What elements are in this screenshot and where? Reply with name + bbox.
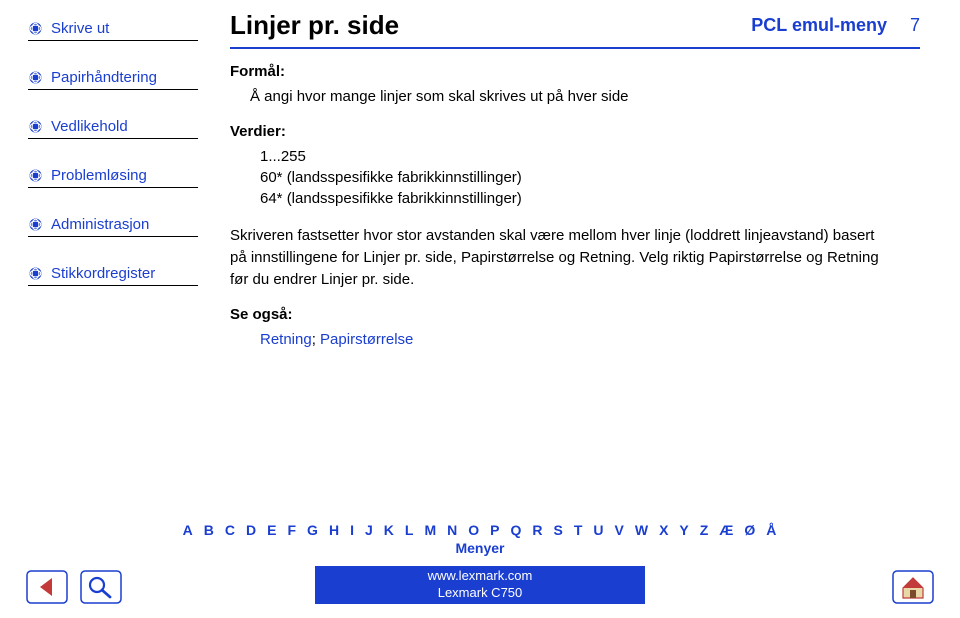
nav-label: Problemløsing (51, 167, 147, 184)
footer-icons-right (892, 570, 934, 604)
index-letter[interactable]: O (468, 522, 480, 538)
nav-label: Administrasjon (51, 216, 149, 233)
index-letter[interactable]: D (246, 522, 257, 538)
bullet-icon (28, 21, 43, 36)
bullet-icon (28, 70, 43, 85)
index-letter[interactable]: K (384, 522, 395, 538)
header: Linjer pr. side PCL emul-meny 7 (230, 10, 920, 49)
page-title: Linjer pr. side (230, 10, 399, 41)
index-letter[interactable]: I (350, 522, 355, 538)
alphabet-index: ABCDEFGHIJKLMNOPQRSTUVWXYZÆØÅ (0, 522, 960, 538)
index-letter[interactable]: Q (510, 522, 522, 538)
index-letter[interactable]: J (365, 522, 374, 538)
index-letter[interactable]: Ø (744, 522, 756, 538)
index-letter[interactable]: E (267, 522, 277, 538)
page-number: 7 (910, 15, 920, 35)
section-name: PCL emul-meny (751, 15, 887, 35)
link-retning[interactable]: Retning (260, 331, 312, 348)
index-letter[interactable]: H (329, 522, 340, 538)
index-letter[interactable]: F (287, 522, 297, 538)
index-letter[interactable]: S (553, 522, 563, 538)
link-papirstorrelse[interactable]: Papirstørrelse (320, 331, 413, 348)
nav-label: Stikkordregister (51, 265, 155, 282)
purpose-label: Formål: (230, 63, 930, 80)
separator: ; (312, 331, 320, 348)
back-arrow-icon[interactable] (26, 570, 68, 604)
section-heading: PCL emul-meny 7 (751, 15, 920, 36)
nav-label: Vedlikehold (51, 118, 128, 135)
nav-vedlikehold[interactable]: Vedlikehold (28, 118, 198, 135)
index-letter[interactable]: Æ (719, 522, 734, 538)
see-also-label: Se også: (230, 306, 930, 323)
footer-url[interactable]: www.lexmark.com (315, 568, 645, 585)
bullet-icon (28, 119, 43, 134)
index-letter[interactable]: Y (679, 522, 689, 538)
index-letter[interactable]: A (183, 522, 194, 538)
index-letter[interactable]: X (659, 522, 669, 538)
index-letter[interactable]: B (204, 522, 215, 538)
description: Skriveren fastsetter hvor stor avstanden… (230, 225, 890, 290)
footer-band: www.lexmark.com Lexmark C750 (315, 566, 645, 604)
values-block: 1...255 60* (landsspesifikke fabrikkinns… (260, 148, 930, 207)
values-label: Verdier: (230, 123, 930, 140)
purpose-text: Å angi hvor mange linjer som skal skrive… (250, 88, 930, 105)
nav-label: Skrive ut (51, 20, 109, 37)
nav-stikkordregister[interactable]: Stikkordregister (28, 265, 198, 282)
bullet-icon (28, 168, 43, 183)
index-letter[interactable]: M (424, 522, 437, 538)
nav-papirhandtering[interactable]: Papirhåndtering (28, 69, 198, 86)
index-letter[interactable]: L (405, 522, 415, 538)
index-letter[interactable]: C (225, 522, 236, 538)
index-letter[interactable]: P (490, 522, 500, 538)
footer-icons-left (26, 570, 122, 604)
values-line-2: 64* (landsspesifikke fabrikkinnstillinge… (260, 190, 930, 207)
values-range: 1...255 (260, 148, 930, 165)
footer-product: Lexmark C750 (315, 585, 645, 602)
home-icon[interactable] (892, 570, 934, 604)
nav-administrasjon[interactable]: Administrasjon (28, 216, 198, 233)
index-letter[interactable]: Z (700, 522, 710, 538)
search-icon[interactable] (80, 570, 122, 604)
values-line-1: 60* (landsspesifikke fabrikkinnstillinge… (260, 169, 930, 186)
index-letter[interactable]: N (447, 522, 458, 538)
nav-label: Papirhåndtering (51, 69, 157, 86)
index-letter[interactable]: G (307, 522, 319, 538)
menus-link[interactable]: Menyer (0, 540, 960, 556)
nav-skrive-ut[interactable]: Skrive ut (28, 20, 198, 37)
index-letter[interactable]: W (635, 522, 649, 538)
bullet-icon (28, 217, 43, 232)
nav-problemlosing[interactable]: Problemløsing (28, 167, 198, 184)
bullet-icon (28, 266, 43, 281)
index-letter[interactable]: U (593, 522, 604, 538)
index-letter[interactable]: T (574, 522, 584, 538)
see-also-links: Retning; Papirstørrelse (260, 331, 930, 348)
index-letter[interactable]: R (532, 522, 543, 538)
index-letter[interactable]: Å (766, 522, 777, 538)
footer: ABCDEFGHIJKLMNOPQRSTUVWXYZÆØÅ Menyer www… (0, 522, 960, 604)
index-letter[interactable]: V (615, 522, 625, 538)
